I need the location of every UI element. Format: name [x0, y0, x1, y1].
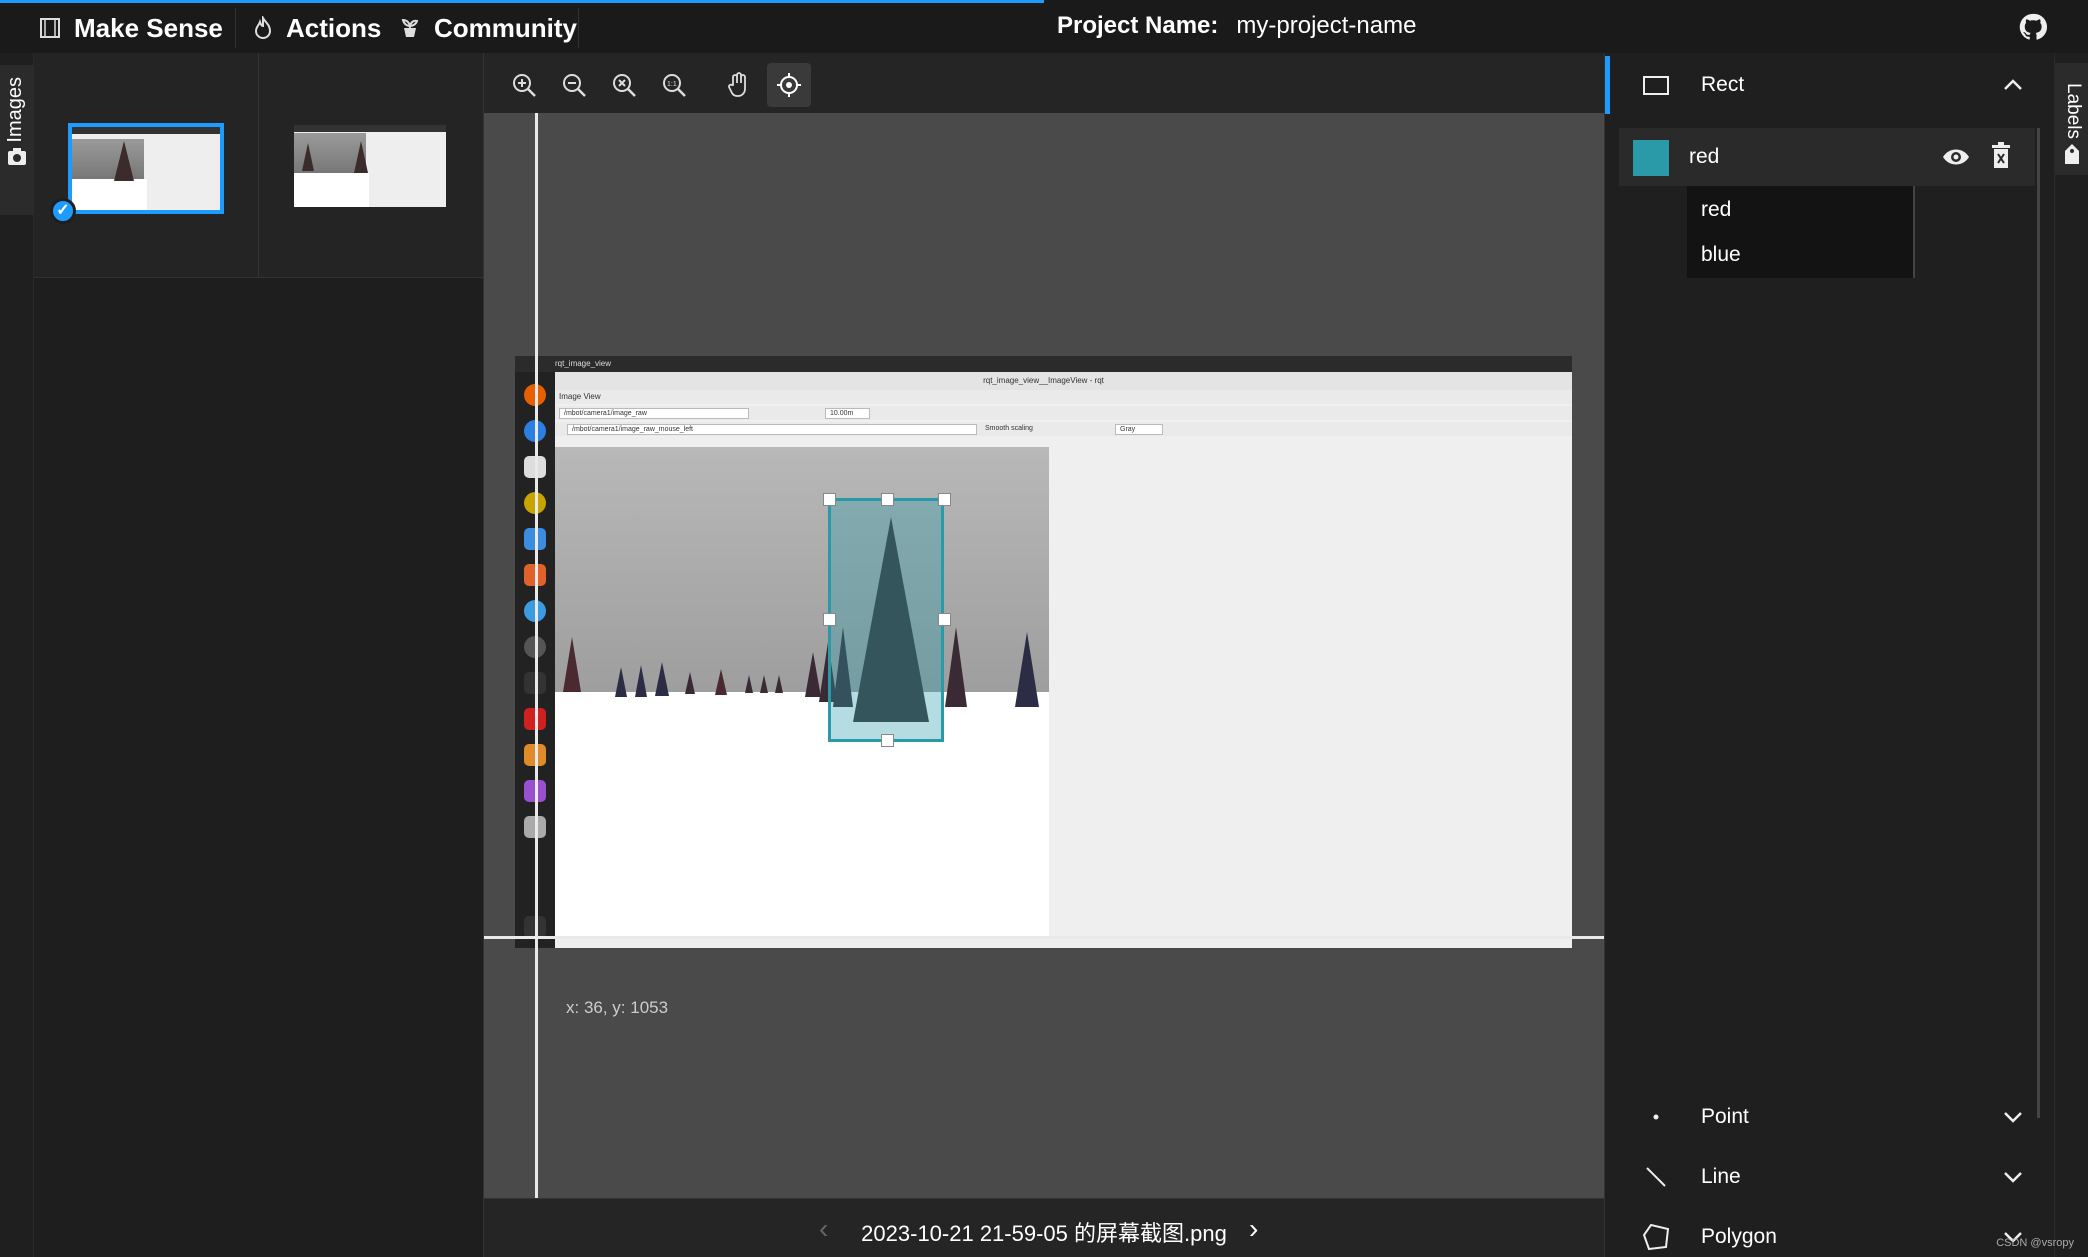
rectangle-icon [1643, 76, 1669, 95]
thumbnail-preview [68, 123, 224, 214]
fire-icon [254, 16, 272, 39]
label-row-red[interactable]: red [1619, 128, 2035, 186]
top-bar: Make Sense Actions Community Project Nam… [0, 0, 2088, 53]
labels-tab[interactable]: Labels [2055, 63, 2088, 175]
image-topic-field: /mbot/camera1/image_raw [559, 408, 749, 419]
right-side-tabs: Labels [2054, 53, 2088, 1257]
zoom-out-icon [563, 74, 586, 97]
community-label: Community [434, 12, 577, 43]
selected-check-icon: ✓ [50, 198, 76, 224]
images-tab[interactable]: Images [0, 65, 34, 215]
watermark: CSDN @vsropy [1996, 1237, 2074, 1249]
resize-handle[interactable] [938, 493, 951, 506]
point-section-header[interactable]: Point [1605, 1088, 2055, 1146]
next-image-button[interactable]: › [1249, 1213, 1258, 1245]
project-name-label: Project Name: [1057, 12, 1219, 39]
brand-title: Make Sense [74, 12, 223, 43]
crosshair-vertical-line [535, 113, 538, 1198]
eye-icon[interactable] [1941, 143, 1971, 171]
annotated-image: rqt_image_view rqt_image_view__ImageView… [515, 356, 1572, 948]
crosshair-button[interactable] [767, 63, 811, 107]
zoom-fit-icon [613, 74, 636, 97]
chevron-up-icon [2004, 79, 2022, 90]
zoom-out-button[interactable] [552, 63, 596, 107]
delete-icon[interactable] [1989, 141, 2013, 171]
project-name-value[interactable]: my-project-name [1236, 12, 1416, 40]
point-icon [1653, 1114, 1659, 1120]
image-smooth-label: Smooth scaling [985, 425, 1033, 432]
annotation-canvas[interactable]: rqt_image_view rqt_image_view__ImageView… [484, 113, 1604, 1198]
chevron-down-icon [2004, 1172, 2022, 1183]
zoom-reset-icon: 1:1 [663, 74, 686, 97]
dropdown-option-blue[interactable]: blue [1701, 243, 1741, 267]
zoom-reset-button[interactable]: 1:1 [652, 63, 696, 107]
resize-handle[interactable] [881, 493, 894, 506]
line-section-header[interactable]: Line [1605, 1148, 2055, 1206]
nav-divider [578, 8, 579, 48]
image-thumbnail-2[interactable] [259, 53, 484, 278]
dropdown-option-red[interactable]: red [1701, 198, 1731, 222]
current-file-name: 2023-10-21 21-59-05 的屏幕截图.png [861, 1221, 1227, 1246]
github-icon[interactable] [2018, 12, 2048, 42]
polygon-section-label: Polygon [1701, 1225, 1777, 1248]
label-select-value[interactable]: red [1689, 145, 1719, 169]
cursor-coordinates: x: 36, y: 1053 [566, 998, 669, 1017]
image-system-bar: rqt_image_view [515, 356, 1572, 372]
app-window: Make Sense Actions Community Project Nam… [0, 0, 2088, 1257]
image-topic2-field: /mbot/camera1/image_raw_mouse_left [567, 424, 977, 435]
point-section-label: Point [1701, 1105, 1749, 1128]
resize-handle[interactable] [823, 493, 836, 506]
actions-label: Actions [286, 12, 382, 43]
active-section-indicator [1605, 56, 1610, 114]
zoom-in-icon [513, 74, 536, 97]
left-side-tabs: Images [0, 53, 34, 1257]
chevron-down-icon [2004, 1112, 2022, 1123]
image-panel-title: Image View [559, 392, 601, 401]
image-window-title: rqt_image_view__ImageView - rqt [515, 372, 1572, 390]
labels-scrollbar[interactable] [2037, 128, 2040, 1118]
thumbnail-preview [294, 125, 446, 207]
tag-icon [2065, 144, 2079, 164]
line-section-label: Line [1701, 1165, 1741, 1188]
line-icon [1646, 1167, 1666, 1187]
image-color-mode: Gray [1115, 424, 1163, 435]
actions-menu[interactable]: Actions [252, 10, 381, 46]
rect-section-header[interactable]: Rect [1605, 56, 2055, 114]
editor-area: 1:1 rqt_image_view rqt_image_view__Image… [484, 53, 1604, 1257]
make-sense-icon [40, 18, 60, 38]
crosshair-icon [777, 73, 801, 97]
label-dropdown: red blue [1687, 186, 1915, 278]
image-zoom-field: 10.00m [825, 408, 870, 419]
image-list: ✓ [34, 53, 484, 1257]
label-color-swatch[interactable] [1633, 140, 1669, 176]
project-name: Project Name: my-project-name [1057, 12, 1416, 40]
community-menu[interactable]: Community [398, 10, 577, 46]
bounding-box-red[interactable] [823, 493, 951, 747]
zoom-fit-button[interactable] [602, 63, 646, 107]
images-tab-label: Images [4, 77, 26, 143]
image-scene [555, 447, 1049, 937]
polygon-section-header[interactable]: Polygon [1605, 1208, 2055, 1257]
crosshair-horizontal-line [484, 936, 1604, 939]
labels-tab-label: Labels [2063, 83, 2084, 139]
resize-handle[interactable] [881, 734, 894, 747]
labels-panel: Rect red red blue Point Line Polygon [1604, 53, 2054, 1257]
brand-logo[interactable]: Make Sense [38, 10, 223, 46]
zoom-in-button[interactable] [502, 63, 546, 107]
svg-text:1:1: 1:1 [667, 81, 677, 88]
editor-toolbar: 1:1 [484, 53, 1604, 113]
resize-handle[interactable] [823, 613, 836, 626]
polygon-icon [1642, 1223, 1670, 1251]
camera-icon [8, 148, 26, 165]
image-thumbnail-1[interactable]: ✓ [34, 53, 259, 278]
hand-icon [728, 72, 746, 97]
rect-section-label: Rect [1701, 73, 1745, 96]
image-navigation-bar: ‹ 2023-10-21 21-59-05 的屏幕截图.png › [484, 1198, 1604, 1257]
nav-divider [235, 8, 236, 48]
plant-icon [401, 18, 419, 37]
progress-bar [0, 0, 1044, 3]
resize-handle[interactable] [938, 613, 951, 626]
pan-button[interactable] [717, 63, 761, 107]
